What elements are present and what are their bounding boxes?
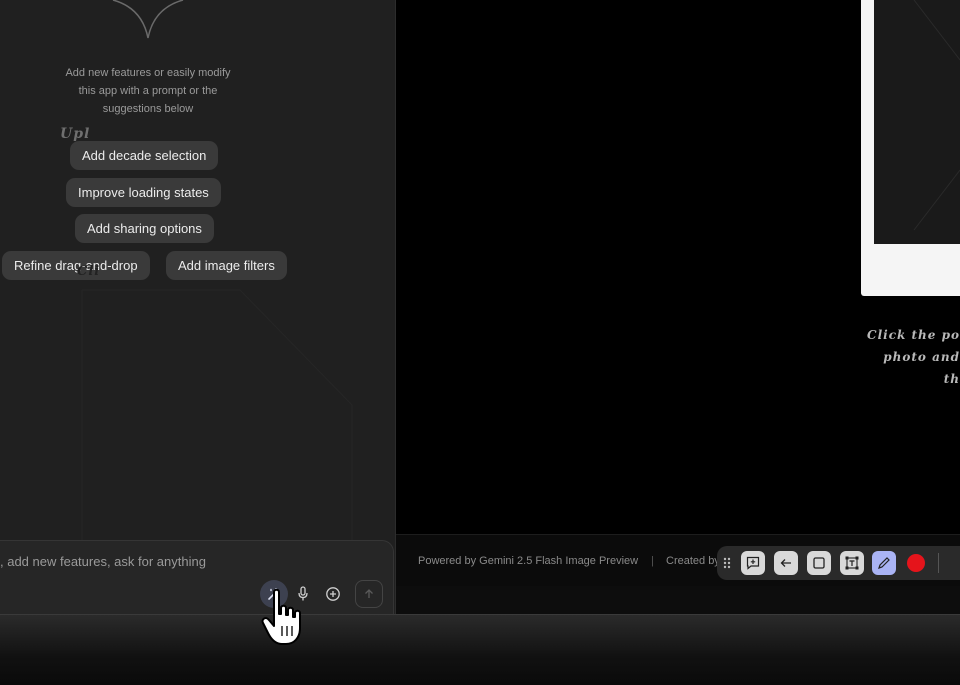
polaroid-caption: Cli xyxy=(77,264,101,279)
square-icon xyxy=(813,557,825,569)
record-icon[interactable] xyxy=(907,554,925,572)
footer-separator: | xyxy=(651,555,654,567)
suggestion-add-image-filters[interactable]: Add image filters xyxy=(166,251,287,280)
add-comment-button[interactable] xyxy=(741,551,765,575)
add-button[interactable] xyxy=(319,580,347,608)
created-by-text: Created by xyxy=(666,555,720,567)
intro-line: suggestions below xyxy=(102,103,194,115)
intro-line: Add new features or easily modify xyxy=(65,67,231,79)
text-tool[interactable] xyxy=(840,551,864,575)
drag-handle-icon[interactable] xyxy=(723,557,731,569)
polaroid-photo[interactable] xyxy=(874,0,960,244)
chat-panel: Add new features or easily modify this a… xyxy=(0,0,396,614)
instruction-line: Click the po xyxy=(867,328,960,342)
intro-line: this app with a prompt or the xyxy=(78,85,218,97)
pen-tool[interactable] xyxy=(872,551,896,575)
instruction-line: th xyxy=(943,372,960,386)
bottom-bezel xyxy=(0,614,960,685)
back-button[interactable] xyxy=(774,551,798,575)
prompt-placeholder: , add new features, ask for anything xyxy=(0,554,206,569)
prompt-input[interactable]: , add new features, ask for anything xyxy=(0,540,394,614)
send-button[interactable] xyxy=(355,580,383,608)
arrow-left-icon xyxy=(780,559,791,567)
add-comment-icon xyxy=(746,556,760,570)
rectangle-tool[interactable] xyxy=(807,551,831,575)
arrow-up-icon xyxy=(365,589,373,598)
text-frame-icon xyxy=(845,556,859,570)
toolbar-divider xyxy=(938,553,939,573)
polaroid-card[interactable] xyxy=(861,0,960,296)
suggestion-add-decade-selection[interactable]: Add decade selection xyxy=(70,141,219,170)
pen-icon xyxy=(878,557,890,569)
instruction-text: Click the po photo and th xyxy=(866,324,960,390)
suggestion-improve-loading-states[interactable]: Improve loading states xyxy=(66,178,221,207)
pointer-hand-icon xyxy=(261,588,301,645)
add-circle-icon xyxy=(326,587,340,601)
powered-by-text: Powered by Gemini 2.5 Flash Image Previe… xyxy=(418,555,639,567)
photo-placeholder-lines xyxy=(913,0,960,231)
suggestion-refine-drag-and-drop[interactable]: Refine drag-and-drop xyxy=(2,251,150,280)
intro-text: Add new features or easily modify this a… xyxy=(48,64,248,118)
instruction-line: photo and xyxy=(883,350,960,364)
annotation-toolbar xyxy=(717,546,960,580)
suggestion-add-sharing-options[interactable]: Add sharing options xyxy=(75,214,214,243)
spark-logo-icon xyxy=(112,0,184,39)
upload-label: Upl xyxy=(60,126,91,142)
